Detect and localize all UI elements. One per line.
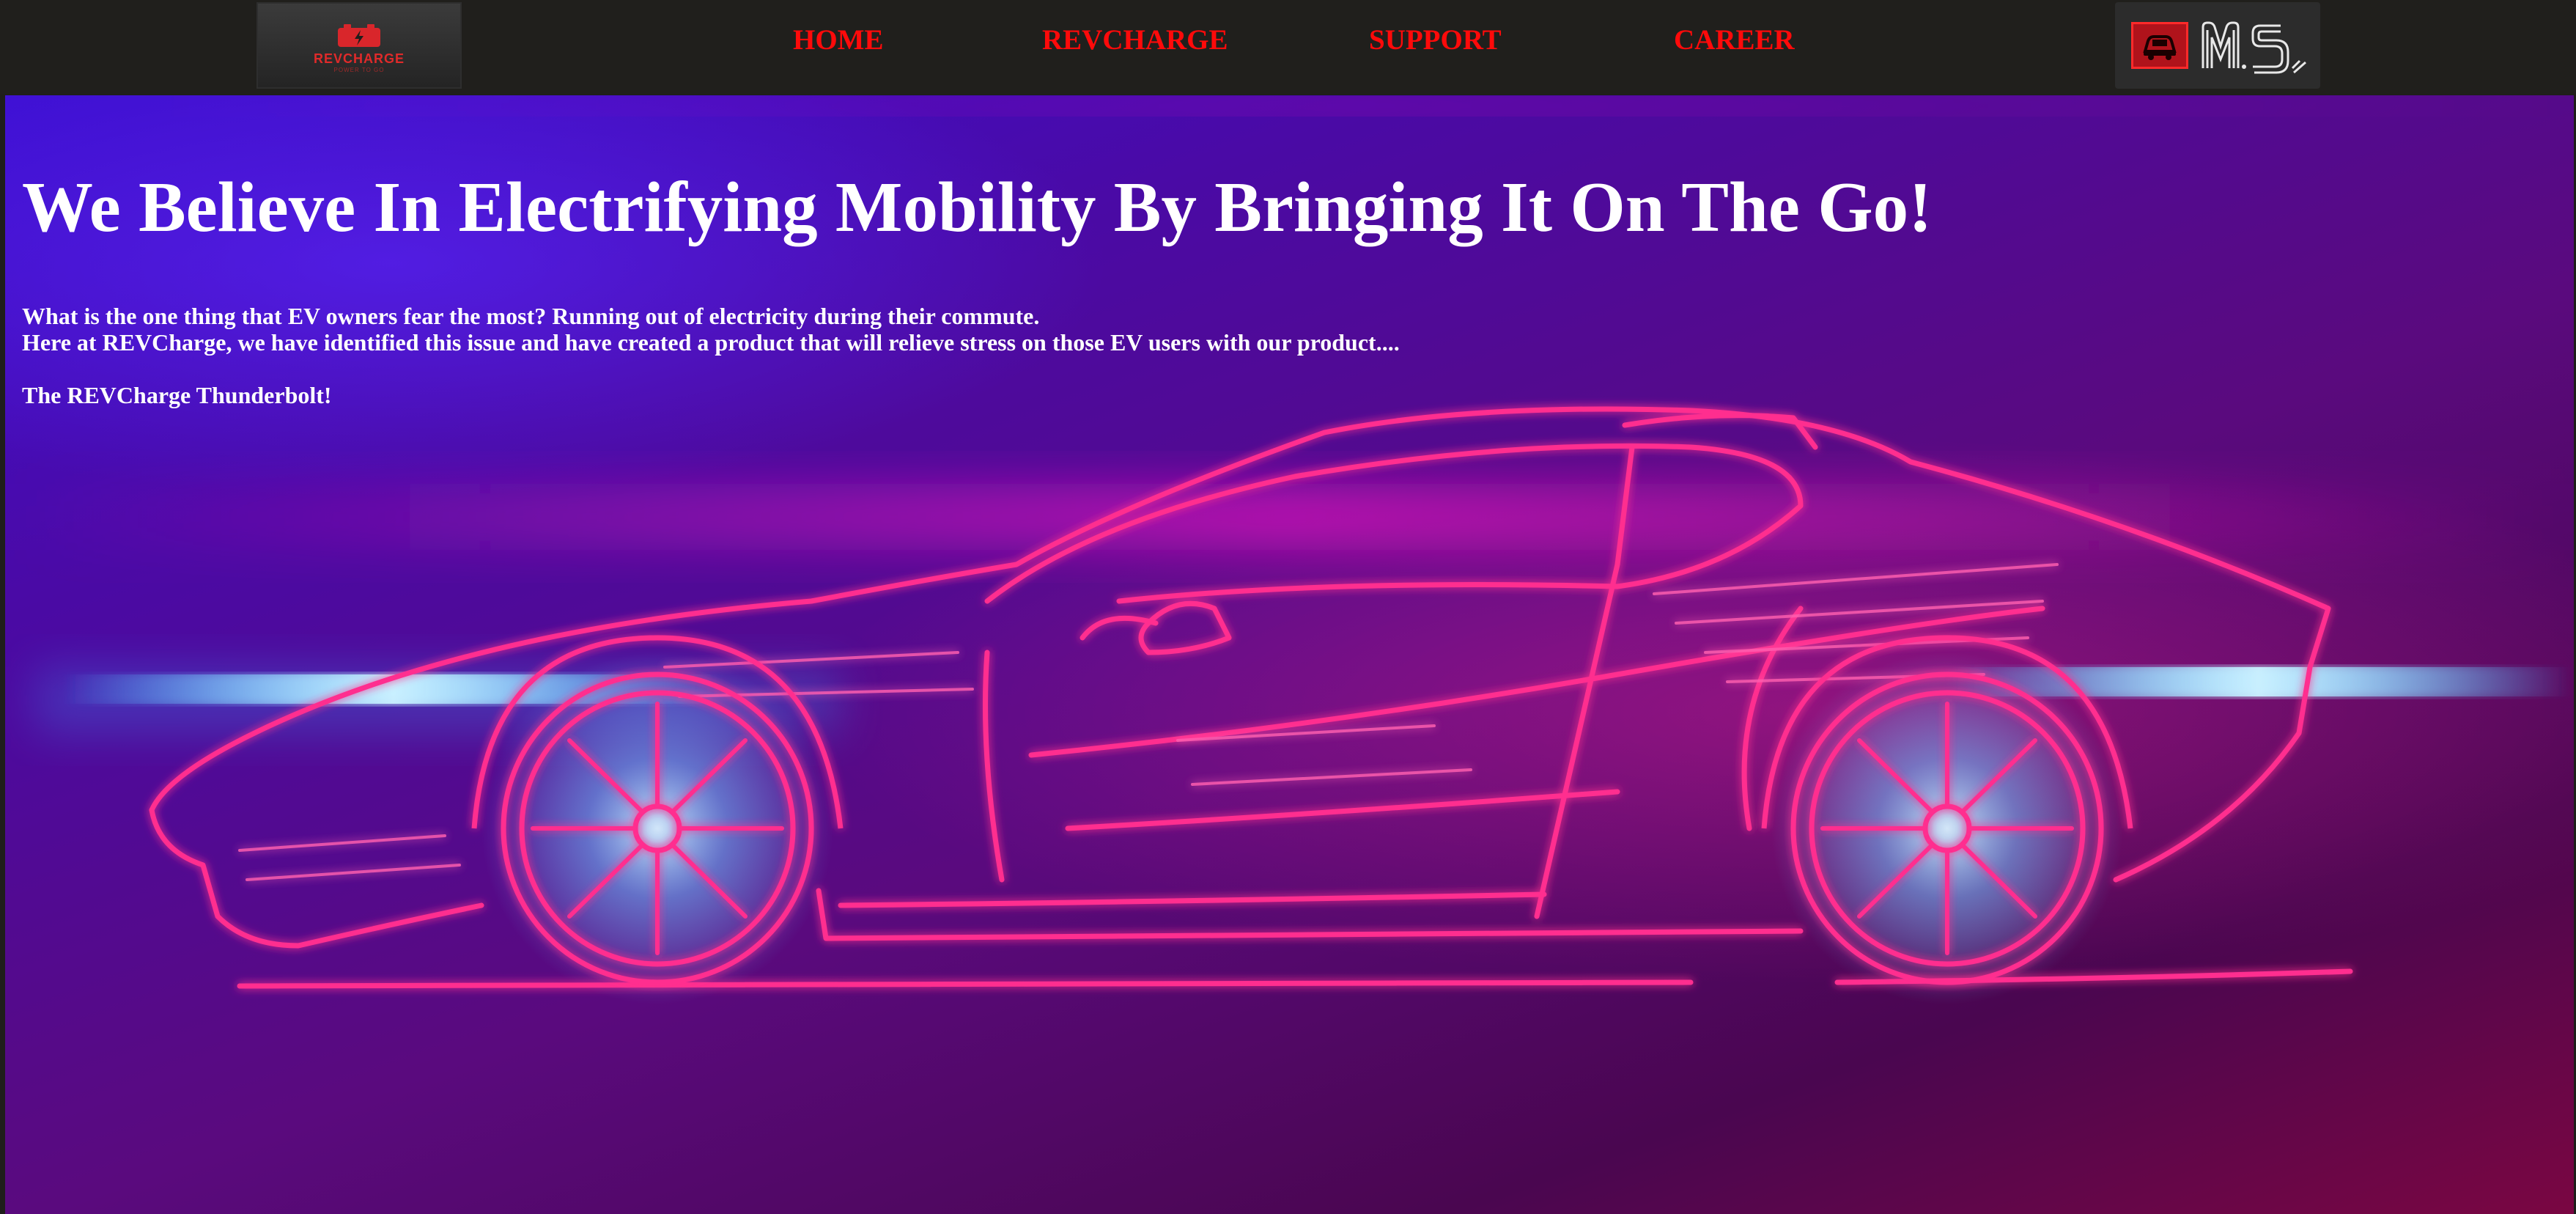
brand-logo[interactable]: REVCHARGE POWER TO GO — [257, 2, 462, 89]
nav-career-link[interactable]: CAREER — [1674, 23, 1795, 56]
hero-paragraph-line-1: What is the one thing that EV owners fea… — [22, 303, 1040, 329]
battery-bolt-icon — [338, 24, 380, 47]
hero-banner: We Believe In Electrifying Mobility By B… — [5, 95, 2574, 1214]
car-badge-icon[interactable] — [2131, 22, 2188, 69]
brand-logo-text: REVCHARGE — [313, 51, 405, 66]
nav-revcharge-link[interactable]: REVCHARGE — [1042, 23, 1228, 56]
hero-product-line: The REVCharge Thunderbolt! — [22, 382, 332, 408]
partner-logos — [2115, 2, 2320, 89]
hero-paragraph-line-2: Here at REVCharge, we have identified th… — [22, 329, 1400, 356]
nav-home-link[interactable]: HOME — [793, 23, 884, 56]
nav-support-link[interactable]: SUPPORT — [1369, 23, 1502, 56]
top-navbar: REVCHARGE POWER TO GO HOME REVCHARGE SUP… — [0, 0, 2576, 94]
brand-logo-subtext: POWER TO GO — [333, 67, 385, 73]
neon-sports-car-illustration — [5, 101, 2574, 1004]
hero-headline: We Believe In Electrifying Mobility By B… — [22, 168, 1933, 246]
ms-monogram-icon[interactable] — [2199, 17, 2309, 74]
